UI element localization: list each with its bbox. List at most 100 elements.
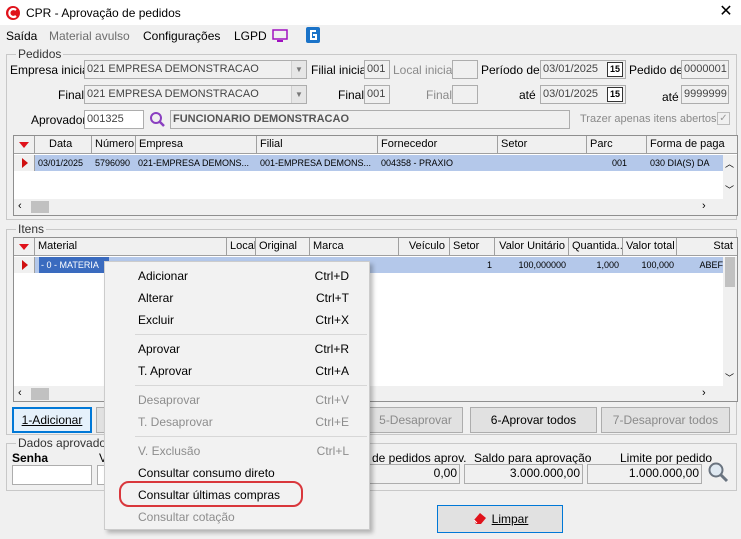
col-quantidade[interactable]: Quantida... [569,238,623,256]
col-valor-unitario[interactable]: Valor Unitário [495,238,569,256]
magnifier-icon[interactable] [706,460,730,484]
ctx-adicionar[interactable]: Adicionar Ctrl+D [105,265,369,287]
col-data[interactable]: Data [35,136,92,154]
trazer-abertos-checkbox[interactable]: ✓ [717,112,730,125]
col-original[interactable]: Original [256,238,310,256]
calendar-icon[interactable]: 15 [607,62,623,77]
col-fornecedor[interactable]: Fornecedor [378,136,498,154]
grid-menu-button[interactable] [14,136,35,154]
menu-lgpd[interactable]: LGPD [234,29,267,43]
current-row-icon [22,158,28,168]
scroll-thumb[interactable] [31,201,49,213]
scroll-up-icon[interactable]: ︿ [725,157,734,170]
row-indicator [14,155,35,171]
ctx-consultar-cotacao[interactable]: Consultar cotação [105,506,369,528]
menu-configuracoes[interactable]: Configurações [143,29,220,43]
limpar-button[interactable]: Limpar [437,505,563,533]
local-inicial-label: Local inicial [393,63,456,77]
local-final-field[interactable] [452,85,478,104]
cell-setor [500,155,586,171]
pedidos-aprov-field: 0,00 [368,464,460,484]
horizontal-scrollbar[interactable]: ‹ › [14,199,737,215]
ctx-alterar[interactable]: Alterar Ctrl+T [105,287,369,309]
g-app-icon[interactable] [306,27,320,43]
dropdown-arrow-icon [19,142,29,148]
scroll-right-icon[interactable]: › [702,200,706,212]
filial-inicial-field[interactable]: 001 [364,60,390,79]
close-icon[interactable]: ✕ [716,2,736,22]
calendar-icon[interactable]: 15 [607,87,623,102]
cell-valor-unitario: 100,000000 [518,260,566,270]
itens-group-label: Itens [16,222,47,236]
col-filial[interactable]: Filial [257,136,378,154]
col-forma-pag[interactable]: Forma de paga [647,136,737,154]
ctx-desaprovar[interactable]: Desaprovar Ctrl+V [105,389,369,411]
grid-menu-button[interactable] [14,238,35,256]
local-final-label: Final [426,88,453,102]
ctx-v-exclusao[interactable]: V. Exclusão Ctrl+L [105,440,369,462]
filial-final-label: Final [338,88,365,102]
menu-material-avulso[interactable]: Material avulso [49,29,130,43]
scroll-down-icon[interactable]: ﹀ [725,371,734,384]
aprovar-todos-button[interactable]: 6-Aprovar todos [470,407,597,433]
chevron-down-icon[interactable]: ▼ [291,86,306,103]
ctx-aprovar[interactable]: Aprovar Ctrl+R [105,338,369,360]
col-marca[interactable]: Marca [310,238,399,256]
col-veiculo[interactable]: Veículo [399,238,450,256]
pedido-ate-field[interactable]: 9999999 [681,85,729,104]
empresa-final-label: Final [58,88,85,102]
cell-data: 03/01/2025 [38,158,84,168]
col-local[interactable]: Local [227,238,256,256]
ctx-t-desaprovar[interactable]: T. Desaprovar Ctrl+E [105,411,369,433]
empresa-inicial-combo[interactable]: 021 EMPRESA DEMONSTRACAO [84,60,307,79]
limite-label: Limite por pedido [620,451,713,465]
desaprovar-button[interactable]: 5-Desaprovar [368,407,463,433]
senha-field[interactable] [12,465,92,485]
periodo-de-label: Período de [481,63,540,77]
menu-separator [135,385,367,386]
ctx-t-aprovar[interactable]: T. Aprovar Ctrl+A [105,360,369,382]
dados-aprovador-label: Dados aprovador [16,436,113,450]
filial-inicial-label: Filial inicial [311,63,370,77]
pedidos-group-label: Pedidos [16,47,64,61]
col-setor[interactable]: Setor [450,238,495,256]
cell-numero: 5796090 [95,158,131,168]
filial-final-field[interactable]: 001 [364,85,390,104]
cell-material: - 0 - MATERIA [39,257,109,273]
adicionar-button[interactable]: 1-Adicionar [12,407,92,433]
col-valor-total[interactable]: Valor total [623,238,677,256]
ctx-excluir[interactable]: Excluir Ctrl+X [105,309,369,331]
aprovador-label: Aprovador [31,113,87,127]
scroll-left-icon[interactable]: ‹ [18,387,22,399]
col-status[interactable]: Stat [677,238,737,256]
monitor-icon[interactable] [272,29,288,43]
vertical-scrollbar[interactable]: ﹀ [723,257,737,386]
empresa-final-combo[interactable]: 021 EMPRESA DEMONSTRACAO [84,85,307,104]
aprovador-code-field[interactable]: 001325 [84,110,144,129]
col-material[interactable]: Material [35,238,227,256]
pedido-de-field[interactable]: 0000001 [681,60,729,79]
menu-saida[interactable]: Saída [6,29,37,43]
eraser-icon [473,513,486,524]
local-inicial-field[interactable] [452,60,478,79]
col-empresa[interactable]: Empresa [136,136,257,154]
scroll-thumb[interactable] [725,257,735,287]
cell-setor: 1 [486,260,492,270]
search-icon[interactable] [149,111,166,128]
vertical-scrollbar[interactable]: ︿ ﹀ [723,155,737,199]
col-parc[interactable]: Parc [587,136,647,154]
chevron-down-icon[interactable]: ▼ [291,61,306,78]
table-row[interactable]: 03/01/2025 5796090 021-EMPRESA DEMONS...… [14,155,723,171]
col-numero[interactable]: Número [92,136,136,154]
desaprovar-todos-button[interactable]: 7-Desaprovar todos [601,407,730,433]
col-setor[interactable]: Setor [498,136,587,154]
scroll-right-icon[interactable]: › [702,387,706,399]
menu-bar: Saída Material avulso Configurações LGPD [0,26,741,46]
scroll-thumb[interactable] [31,388,49,400]
cell-quantidade: 1,000 [596,260,619,270]
title-bar: CPR - Aprovação de pedidos ✕ [0,0,741,26]
scroll-down-icon[interactable]: ﹀ [725,183,734,196]
window-title: CPR - Aprovação de pedidos [26,6,181,20]
limite-field: 1.000.000,00 [587,464,702,484]
scroll-left-icon[interactable]: ‹ [18,200,22,212]
